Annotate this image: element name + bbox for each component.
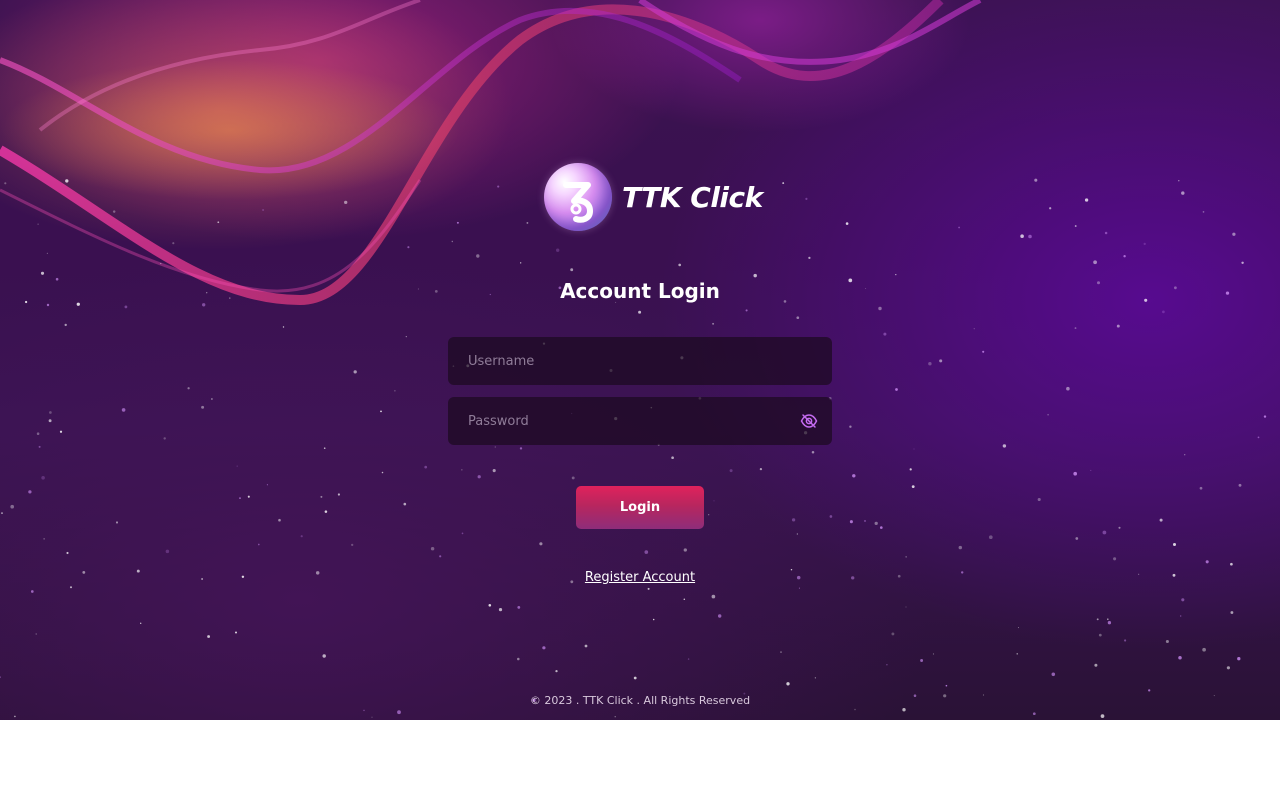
eye-off-icon[interactable] [800,412,818,430]
login-panel: TTK Click Account Login Login Register A… [0,0,1280,720]
ttk-orb-logo-icon [544,163,612,231]
page-title: Account Login [560,279,720,303]
login-button[interactable]: Login [576,486,704,529]
password-field [448,397,832,445]
login-page: TTK Click Account Login Login Register A… [0,0,1280,720]
brand-logo: TTK Click [544,162,764,232]
username-input[interactable] [448,337,832,385]
username-field [448,337,832,385]
register-account-link[interactable]: Register Account [540,570,740,585]
copyright-footer: © 2023 . TTK Click . All Rights Reserved [529,694,751,707]
password-input[interactable] [448,397,832,445]
brand-name: TTK Click [622,180,763,214]
